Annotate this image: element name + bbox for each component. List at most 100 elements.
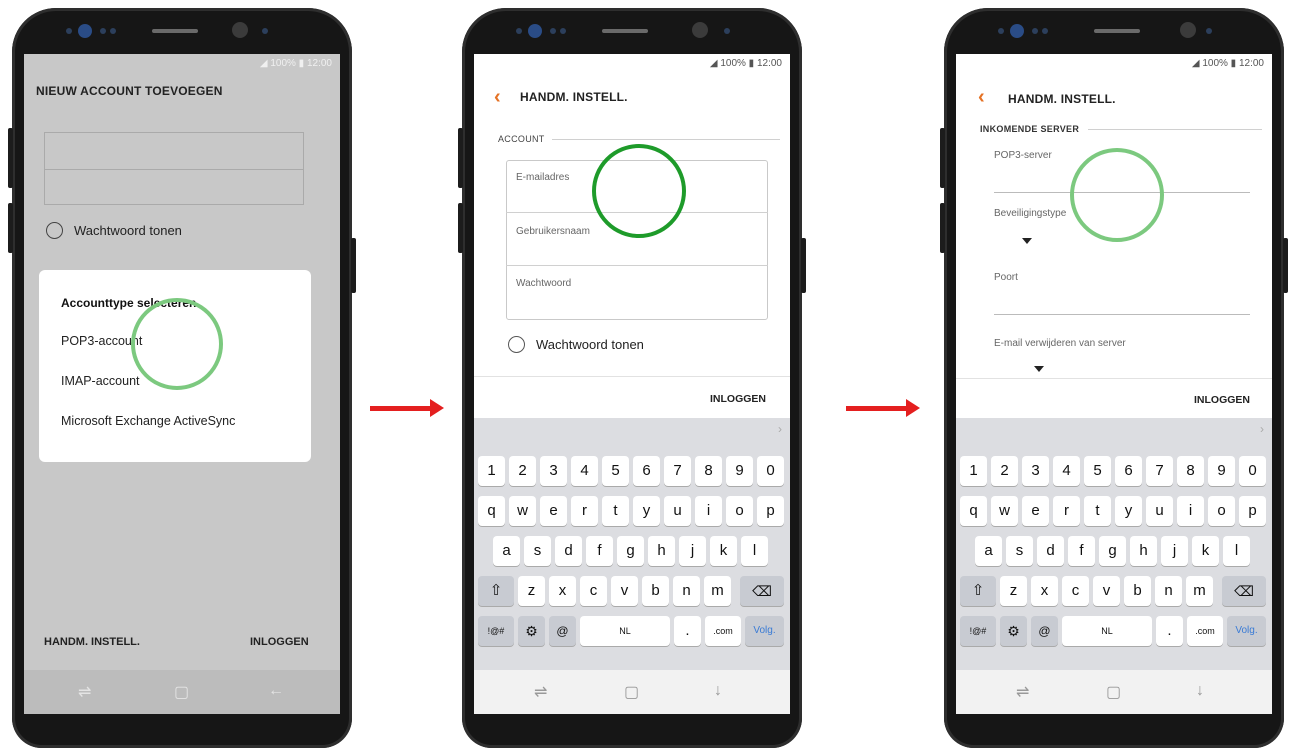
key[interactable]: j [679,536,706,566]
key[interactable]: 2 [509,456,536,486]
key[interactable]: v [1093,576,1120,606]
hide-keyboard-icon[interactable]: ↓ [1196,682,1204,700]
key[interactable]: z [518,576,545,606]
at-key[interactable]: @ [1031,616,1058,646]
key[interactable]: n [673,576,700,606]
key[interactable]: 5 [1084,456,1111,486]
email-field[interactable] [44,132,304,170]
key[interactable]: c [1062,576,1089,606]
key[interactable]: 1 [478,456,505,486]
show-password-radio[interactable] [46,222,63,239]
key[interactable]: 2 [991,456,1018,486]
symbols-key[interactable]: !@# [478,616,514,646]
back-icon[interactable]: ← [268,682,284,700]
back-arrow-icon[interactable]: ‹ [978,86,985,109]
chevron-right-icon[interactable]: › [1260,422,1264,436]
key[interactable]: 4 [571,456,598,486]
period-key[interactable]: . [674,616,701,646]
key[interactable]: c [580,576,607,606]
key[interactable]: l [1223,536,1250,566]
home-icon[interactable]: ▢ [1106,682,1121,702]
key[interactable]: i [695,496,722,526]
key[interactable]: f [1068,536,1095,566]
key[interactable]: 7 [1146,456,1173,486]
key[interactable]: d [1037,536,1064,566]
key[interactable]: e [540,496,567,526]
key[interactable]: o [726,496,753,526]
key[interactable]: 9 [1208,456,1235,486]
key[interactable]: w [509,496,536,526]
key[interactable]: x [1031,576,1058,606]
key[interactable]: l [741,536,768,566]
key[interactable]: e [1022,496,1049,526]
key[interactable]: h [1130,536,1157,566]
key[interactable]: q [960,496,987,526]
home-icon[interactable]: ▢ [174,682,189,702]
key[interactable]: k [710,536,737,566]
key[interactable]: 7 [664,456,691,486]
at-key[interactable]: @ [549,616,576,646]
key[interactable]: 3 [540,456,567,486]
symbols-key[interactable]: !@# [960,616,996,646]
shift-key[interactable]: ⇧ [960,576,996,606]
dotcom-key[interactable]: .com [1187,616,1223,646]
settings-gear-icon[interactable]: ⚙ [1000,616,1027,646]
key[interactable]: 9 [726,456,753,486]
key[interactable]: h [648,536,675,566]
recent-apps-icon[interactable]: ⇌ [534,682,547,702]
key[interactable]: 5 [602,456,629,486]
key[interactable]: i [1177,496,1204,526]
key[interactable]: y [1115,496,1142,526]
pop3-server-field[interactable]: POP3-server [994,150,1052,161]
key[interactable]: 6 [633,456,660,486]
manual-settings-button[interactable]: HANDM. INSTELL. [44,636,140,648]
key[interactable]: 1 [960,456,987,486]
back-arrow-icon[interactable]: ‹ [494,86,501,109]
key[interactable]: x [549,576,576,606]
next-key[interactable]: Volg. [1227,616,1266,646]
key[interactable]: 0 [1239,456,1266,486]
key[interactable]: a [493,536,520,566]
key[interactable]: m [1186,576,1213,606]
hide-keyboard-icon[interactable]: ↓ [714,682,722,700]
delete-from-server-dropdown[interactable]: E-mail verwijderen van server [994,338,1126,349]
settings-gear-icon[interactable]: ⚙ [518,616,545,646]
key[interactable]: r [571,496,598,526]
backspace-key[interactable]: ⌫ [1222,576,1266,606]
key[interactable]: z [1000,576,1027,606]
option-exchange-activesync[interactable]: Microsoft Exchange ActiveSync [61,414,235,428]
key[interactable]: 3 [1022,456,1049,486]
login-button[interactable]: INLOGGEN [710,393,766,405]
key[interactable]: v [611,576,638,606]
key[interactable]: y [633,496,660,526]
space-key[interactable]: NL [580,616,670,646]
key[interactable]: m [704,576,731,606]
key[interactable]: w [991,496,1018,526]
dotcom-key[interactable]: .com [705,616,741,646]
recent-apps-icon[interactable]: ⇌ [1016,682,1029,702]
key[interactable]: g [1099,536,1126,566]
key[interactable]: o [1208,496,1235,526]
key[interactable]: g [617,536,644,566]
key[interactable]: t [1084,496,1111,526]
key[interactable]: q [478,496,505,526]
key[interactable]: k [1192,536,1219,566]
shift-key[interactable]: ⇧ [478,576,514,606]
next-key[interactable]: Volg. [745,616,784,646]
key[interactable]: b [1124,576,1151,606]
key[interactable]: s [1006,536,1033,566]
chevron-right-icon[interactable]: › [778,422,782,436]
key[interactable]: f [586,536,613,566]
key[interactable]: 0 [757,456,784,486]
key[interactable]: p [757,496,784,526]
key[interactable]: d [555,536,582,566]
key[interactable]: 4 [1053,456,1080,486]
key[interactable]: 8 [695,456,722,486]
show-password-radio[interactable] [508,336,525,353]
period-key[interactable]: . [1156,616,1183,646]
key[interactable]: u [664,496,691,526]
key[interactable]: j [1161,536,1188,566]
key[interactable]: t [602,496,629,526]
port-field[interactable]: Poort [994,272,1018,283]
key[interactable]: b [642,576,669,606]
